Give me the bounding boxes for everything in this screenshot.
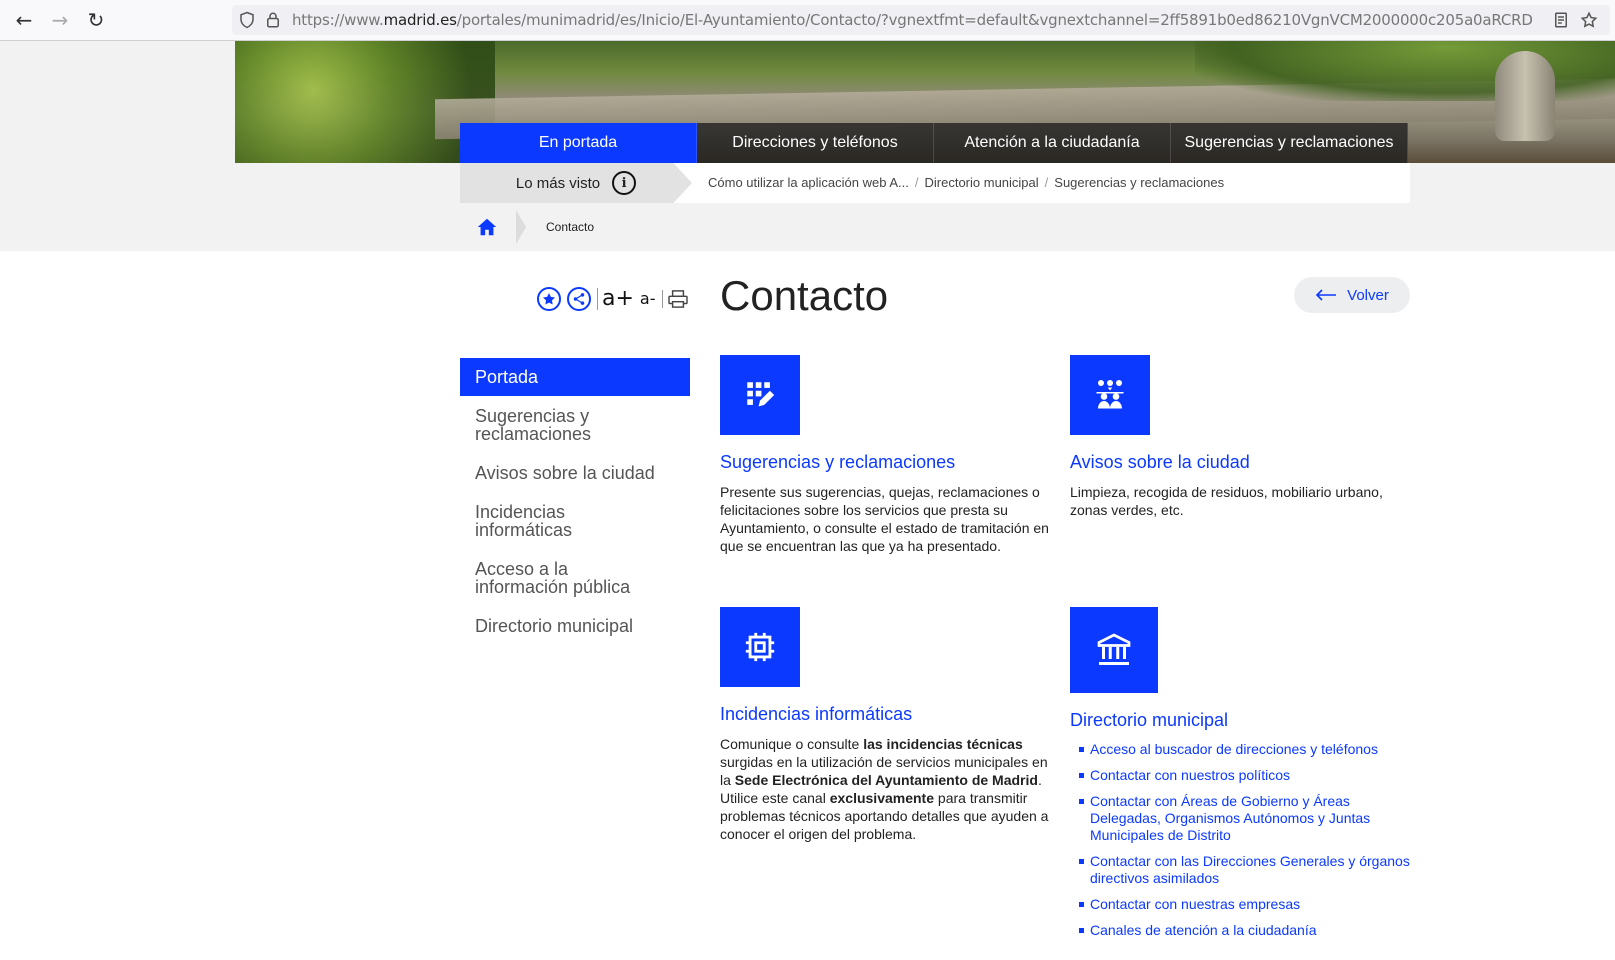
topmenu-sugerencias[interactable]: Sugerencias y reclamaciones	[1171, 123, 1408, 163]
people-group-icon[interactable]	[1070, 355, 1150, 435]
browser-toolbar: ← → ↻ https://www.madrid.es/portales/mun…	[0, 0, 1615, 41]
info-icon[interactable]: i	[612, 171, 637, 195]
home-icon[interactable]	[476, 216, 498, 238]
card-description: Limpieza, recogida de residuos, mobiliar…	[1070, 484, 1383, 518]
card-title[interactable]: Avisos sobre la ciudad	[1070, 451, 1410, 473]
most-viewed-link[interactable]: Cómo utilizar la aplicación web A...	[708, 175, 909, 190]
reload-icon[interactable]: ↻	[84, 8, 108, 32]
card-title[interactable]: Sugerencias y reclamaciones	[720, 451, 1060, 473]
breadcrumb-separator	[516, 210, 526, 244]
print-icon[interactable]	[661, 290, 689, 308]
back-button[interactable]: Volver	[1294, 277, 1410, 313]
institution-icon[interactable]	[1070, 607, 1158, 693]
forward-arrow-icon[interactable]: →	[48, 8, 72, 32]
sidebar-item-avisos[interactable]: Avisos sobre la ciudad	[460, 464, 690, 482]
directorio-link[interactable]: Canales de atención a la ciudadanía	[1070, 922, 1410, 939]
favorite-star-icon[interactable]	[537, 287, 561, 311]
most-viewed-link[interactable]: Directorio municipal	[925, 175, 1039, 190]
most-viewed-link[interactable]: Sugerencias y reclamaciones	[1054, 175, 1224, 190]
topmenu-atencion[interactable]: Atención a la ciudadanía	[934, 123, 1171, 163]
directorio-link[interactable]: Acceso al buscador de direcciones y telé…	[1070, 741, 1410, 758]
lock-icon	[267, 12, 279, 28]
card-description: Presente sus sugerencias, quejas, reclam…	[720, 484, 1049, 554]
most-viewed-row: Lo más visto i Cómo utilizar la aplicaci…	[460, 163, 1410, 203]
directorio-links: Acceso al buscador de direcciones y telé…	[1070, 741, 1410, 939]
back-button-label: Volver	[1347, 286, 1389, 304]
card-incidencias: Incidencias informáticas Comunique o con…	[720, 607, 1060, 843]
card-directorio: Directorio municipal Acceso al buscador …	[1070, 607, 1410, 948]
sidebar-item-portada[interactable]: Portada	[460, 358, 690, 396]
card-avisos: Avisos sobre la ciudad Limpieza, recogid…	[1070, 355, 1410, 519]
breadcrumb: Contacto	[460, 210, 594, 244]
font-increase-button[interactable]: a+	[597, 288, 634, 310]
sidebar-item-sugerencias[interactable]: Sugerencias y reclamaciones	[460, 407, 660, 443]
directorio-link[interactable]: Contactar con las Direcciones Generales …	[1070, 853, 1410, 887]
font-decrease-button[interactable]: a-	[640, 288, 656, 310]
sidebar-item-acceso-informacion[interactable]: Acceso a la información pública	[460, 560, 670, 596]
bookmark-star-icon[interactable]	[1580, 11, 1598, 29]
url-text: https://www.madrid.es/portales/munimadri…	[292, 11, 1533, 29]
topmenu-direcciones[interactable]: Direcciones y teléfonos	[697, 123, 934, 163]
shield-icon	[240, 11, 254, 29]
share-icon[interactable]	[567, 287, 591, 311]
directorio-link[interactable]: Contactar con nuestras empresas	[1070, 896, 1410, 913]
directorio-link[interactable]: Contactar con nuestros políticos	[1070, 767, 1410, 784]
address-bar[interactable]: https://www.madrid.es/portales/munimadri…	[232, 5, 1610, 35]
card-title[interactable]: Incidencias informáticas	[720, 703, 1060, 725]
mas-visto-tab[interactable]: Lo más visto i	[460, 163, 692, 203]
topmenu-en-portada[interactable]: En portada	[460, 123, 697, 163]
back-arrow-icon	[1316, 289, 1337, 301]
sidebar-nav: Portada Sugerencias y reclamaciones Avis…	[460, 358, 690, 635]
mas-visto-label: Lo más visto	[515, 174, 601, 192]
back-arrow-icon[interactable]: ←	[12, 8, 36, 32]
card-description: Comunique o consulte las incidencias téc…	[720, 736, 1049, 842]
page-tools: a+ a-	[537, 284, 689, 314]
top-menu: En portada Direcciones y teléfonos Atenc…	[460, 123, 1408, 163]
sidebar-item-incidencias[interactable]: Incidencias informáticas	[460, 503, 640, 539]
reader-mode-icon[interactable]	[1552, 11, 1570, 29]
most-viewed-links: Cómo utilizar la aplicación web A... / Dir…	[708, 175, 1225, 190]
chip-icon[interactable]	[720, 607, 800, 687]
directorio-link[interactable]: Contactar con Áreas de Gobierno y Áreas …	[1070, 793, 1410, 844]
breadcrumb-current: Contacto	[546, 220, 595, 234]
edit-grid-icon[interactable]	[720, 355, 800, 435]
card-title[interactable]: Directorio municipal	[1070, 709, 1410, 731]
card-sugerencias: Sugerencias y reclamaciones Presente sus…	[720, 355, 1060, 555]
page-title: Contacto	[720, 272, 889, 319]
sidebar-item-directorio[interactable]: Directorio municipal	[460, 617, 690, 635]
